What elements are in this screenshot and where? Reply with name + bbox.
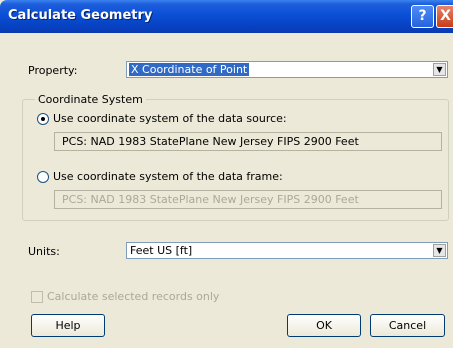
radio-selected-dot bbox=[41, 117, 45, 121]
units-value: Feet US [ft] bbox=[130, 244, 193, 257]
units-label: Units: bbox=[28, 245, 60, 258]
property-label: Property: bbox=[28, 64, 78, 77]
source-coordinate-label[interactable]: Use coordinate system of the data source… bbox=[53, 112, 287, 125]
frame-coordinate-label[interactable]: Use coordinate system of the data frame: bbox=[53, 170, 283, 183]
units-dropdown[interactable]: Feet US [ft] ▼ bbox=[126, 242, 448, 259]
close-icon[interactable]: X bbox=[436, 5, 453, 28]
source-coordinate-radio[interactable] bbox=[37, 113, 49, 125]
frame-coordinate-radio[interactable] bbox=[37, 171, 49, 183]
calculate-geometry-dialog: Calculate Geometry ? X Property: X Coord… bbox=[0, 0, 453, 348]
chevron-down-icon[interactable]: ▼ bbox=[433, 244, 446, 257]
property-dropdown[interactable]: X Coordinate of Point ▼ bbox=[126, 61, 448, 78]
cancel-button[interactable]: Cancel bbox=[370, 314, 445, 337]
frame-coordinate-field: PCS: NAD 1983 StatePlane New Jersey FIPS… bbox=[54, 190, 442, 209]
ok-button[interactable]: OK bbox=[287, 314, 361, 337]
source-coordinate-field: PCS: NAD 1983 StatePlane New Jersey FIPS… bbox=[54, 132, 442, 151]
title-bar[interactable]: Calculate Geometry ? X bbox=[0, 0, 453, 33]
source-coordinate-value: PCS: NAD 1983 StatePlane New Jersey FIPS… bbox=[62, 135, 359, 148]
selected-records-checkbox[interactable] bbox=[31, 291, 43, 303]
coordinate-system-legend: Coordinate System bbox=[35, 93, 146, 106]
help-button[interactable]: Help bbox=[31, 314, 105, 337]
frame-coordinate-value: PCS: NAD 1983 StatePlane New Jersey FIPS… bbox=[62, 193, 359, 206]
selected-records-label: Calculate selected records only bbox=[47, 290, 220, 303]
help-icon[interactable]: ? bbox=[411, 5, 434, 28]
dialog-title: Calculate Geometry bbox=[8, 8, 153, 23]
chevron-down-icon[interactable]: ▼ bbox=[433, 63, 446, 76]
property-value: X Coordinate of Point bbox=[129, 63, 250, 76]
